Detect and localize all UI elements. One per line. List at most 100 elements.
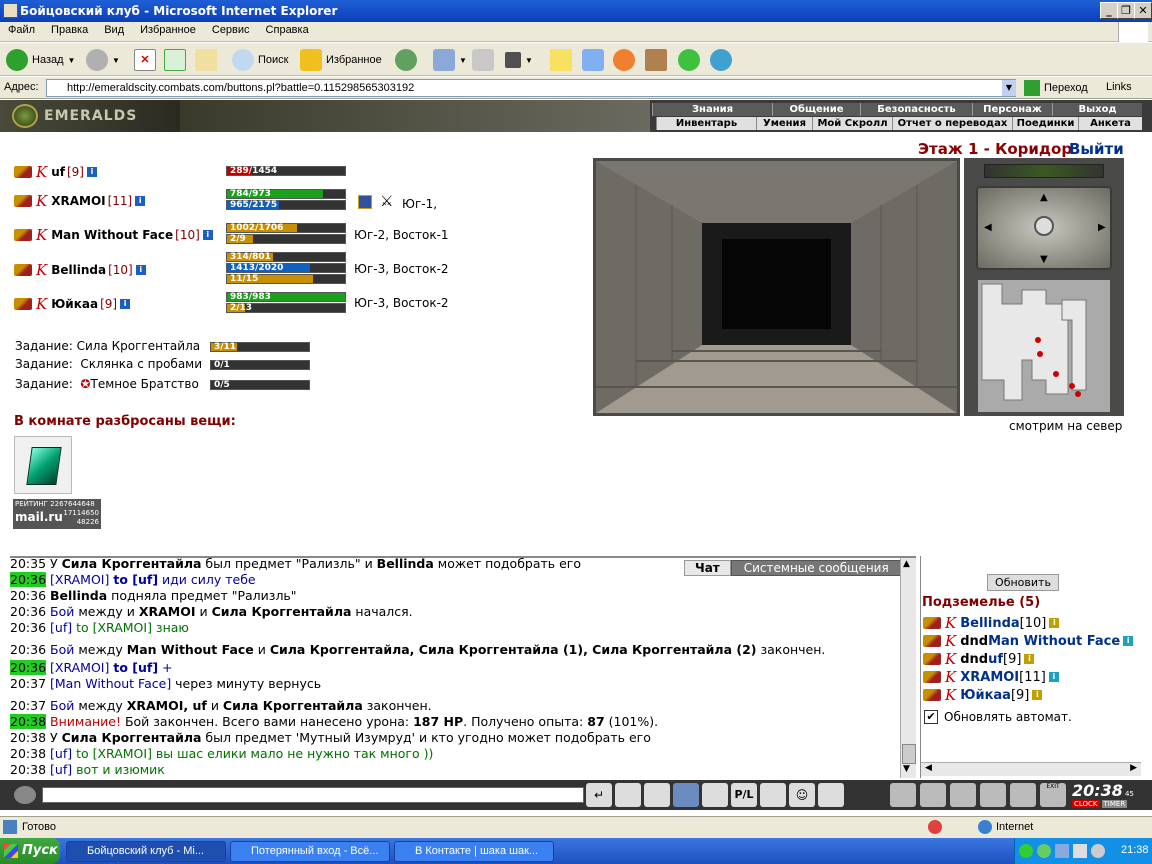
menu-favorites[interactable]: Избранное bbox=[132, 22, 204, 38]
eraser-icon[interactable] bbox=[615, 783, 641, 807]
chat-scrollbar[interactable]: ▲ ▼ bbox=[900, 558, 916, 778]
backpack-icon[interactable] bbox=[950, 783, 976, 807]
member-name[interactable]: Man Without Face bbox=[51, 228, 173, 242]
nav-security[interactable]: Безопасность bbox=[860, 103, 972, 116]
at-button[interactable] bbox=[613, 47, 635, 73]
online-user-name[interactable]: Bellinda bbox=[960, 616, 1019, 631]
tray-icon[interactable] bbox=[1055, 844, 1069, 858]
start-button[interactable]: Пуск bbox=[0, 838, 60, 864]
info-icon[interactable]: i bbox=[86, 167, 97, 177]
nav-skills[interactable]: Умения bbox=[756, 117, 812, 130]
info-icon[interactable]: i bbox=[202, 230, 213, 240]
home-button[interactable] bbox=[195, 47, 217, 73]
nav-scroll[interactable]: Мой Скролл bbox=[812, 117, 892, 130]
chat-timestamp[interactable]: 20:37 bbox=[10, 676, 46, 691]
go-button[interactable]: Переход bbox=[1024, 80, 1088, 96]
chat-text[interactable]: to [uf] bbox=[113, 572, 158, 587]
rating-counter[interactable]: РЕЙТИНГ 2267644648 mail.ru 17114650 48226 bbox=[13, 499, 101, 529]
chat-timestamp[interactable]: 20:38 bbox=[10, 730, 46, 745]
tray-icon[interactable] bbox=[1019, 844, 1033, 858]
online-user-name[interactable]: XRAMOI bbox=[960, 670, 1019, 685]
flower-button[interactable] bbox=[678, 47, 700, 73]
volume-icon[interactable] bbox=[1091, 844, 1105, 858]
chat-text[interactable]: Сила Кроггентайла bbox=[62, 730, 202, 745]
taskbar-item[interactable]: Бойцовский клуб - Mi... bbox=[66, 841, 226, 862]
nav-knowledge[interactable]: Знания bbox=[652, 103, 772, 116]
chat-log[interactable]: 20:35 У Сила Кроггентайла был предмет "Р… bbox=[10, 556, 916, 778]
discuss-button[interactable] bbox=[550, 47, 572, 73]
refresh-center-icon[interactable] bbox=[1034, 216, 1054, 236]
chat-text[interactable]: to [uf] bbox=[113, 660, 158, 675]
private-icon[interactable]: P/L bbox=[731, 783, 757, 807]
emerald-item-icon[interactable] bbox=[26, 447, 62, 485]
chat-timestamp[interactable]: 20:38 bbox=[10, 762, 46, 776]
nav-exit[interactable]: Выход bbox=[1052, 103, 1142, 116]
address-input[interactable]: http://emeraldscity.combats.com/buttons.… bbox=[46, 79, 1016, 97]
chat-timestamp[interactable]: 20:37 bbox=[10, 698, 46, 713]
item-slot[interactable] bbox=[14, 436, 72, 494]
taskbar-item[interactable]: Потерянный вход - Всё... bbox=[230, 841, 390, 862]
auto-refresh-checkbox[interactable]: ✔ bbox=[924, 710, 938, 724]
online-user-name[interactable]: Man Without Face bbox=[988, 634, 1120, 649]
messenger-button[interactable] bbox=[582, 47, 604, 73]
compass-control[interactable]: ▲ ▼ ◀ ▶ bbox=[976, 186, 1112, 270]
info-icon[interactable]: i bbox=[1032, 690, 1043, 700]
chat-text[interactable]: XRAMOI, uf bbox=[127, 698, 207, 713]
member-name[interactable]: Bellinda bbox=[51, 263, 106, 277]
chat-timestamp[interactable]: 20:36 bbox=[10, 588, 46, 603]
chat-text[interactable]: 87 bbox=[587, 714, 604, 729]
chat-timestamp[interactable]: 20:38 bbox=[10, 714, 47, 729]
chat-timestamp[interactable]: 20:35 bbox=[10, 556, 46, 571]
tab-system-messages[interactable]: Системные сообщения bbox=[730, 560, 902, 576]
favorites-button[interactable]: Избранное bbox=[300, 47, 382, 73]
smiley-icon[interactable]: ☺ bbox=[789, 783, 815, 807]
nav-profile[interactable]: Анкета bbox=[1078, 117, 1142, 130]
chat-text[interactable]: XRAMOI bbox=[139, 604, 196, 619]
menu-file[interactable]: Файл bbox=[0, 22, 43, 38]
chat-text[interactable]: Bellinda bbox=[50, 588, 107, 603]
chat-timestamp[interactable]: 20:36 bbox=[10, 604, 46, 619]
chat-timestamp[interactable]: 20:36 bbox=[10, 572, 47, 587]
member-name[interactable]: uf bbox=[51, 165, 65, 179]
research-button[interactable] bbox=[645, 47, 667, 73]
chat-text[interactable]: Сила Кроггентайла bbox=[62, 556, 202, 571]
menu-help[interactable]: Справка bbox=[258, 22, 317, 38]
turn-right-icon[interactable]: ▶ bbox=[1098, 222, 1106, 233]
nav-character[interactable]: Персонаж bbox=[972, 103, 1052, 116]
scroll-thumb[interactable] bbox=[902, 744, 916, 764]
scroll-up-icon[interactable]: ▲ bbox=[903, 559, 910, 569]
person-icon[interactable] bbox=[702, 783, 728, 807]
refresh-button[interactable] bbox=[164, 47, 186, 73]
info-icon[interactable]: i bbox=[1049, 618, 1060, 628]
chat-text[interactable]: Сила Кроггентайла, Сила Кроггентайла (1)… bbox=[270, 642, 757, 657]
turn-left-icon[interactable]: ◀ bbox=[984, 222, 992, 233]
chat-timestamp[interactable]: 20:36 bbox=[10, 660, 47, 675]
member-name[interactable]: XRAMOI bbox=[51, 194, 105, 208]
info-icon[interactable]: i bbox=[1123, 636, 1134, 646]
exit-link[interactable]: Выйти bbox=[1069, 140, 1124, 158]
send-icon[interactable]: ↵ bbox=[586, 783, 612, 807]
scroll-down-icon[interactable]: ▼ bbox=[903, 764, 910, 774]
settings-icon[interactable] bbox=[818, 783, 844, 807]
arrow-down-icon[interactable]: ▼ bbox=[1040, 254, 1048, 265]
menu-tools[interactable]: Сервис bbox=[204, 22, 258, 38]
online-user-name[interactable]: uf bbox=[988, 652, 1003, 667]
taskbar-item[interactable]: В Контакте | шака шак... bbox=[394, 841, 554, 862]
chat-input[interactable] bbox=[42, 787, 584, 803]
nav-inventory[interactable]: Инвентарь bbox=[656, 117, 756, 130]
online-hscrollbar[interactable]: ◀ ▶ bbox=[921, 762, 1141, 776]
tab-chat[interactable]: Чат bbox=[684, 560, 731, 576]
nav-social[interactable]: Общение bbox=[772, 103, 860, 116]
tray-icon[interactable] bbox=[1073, 844, 1087, 858]
forward-button[interactable]: ▼ bbox=[86, 47, 120, 73]
chat-text[interactable]: 187 HP bbox=[413, 714, 463, 729]
close-button[interactable]: ✕ bbox=[1134, 2, 1152, 19]
print-button[interactable] bbox=[472, 47, 494, 73]
speaker-icon[interactable] bbox=[14, 786, 36, 804]
minimize-button[interactable]: _ bbox=[1100, 2, 1118, 19]
tray-icon[interactable] bbox=[1037, 844, 1051, 858]
dungeon-minimap[interactable] bbox=[978, 280, 1110, 412]
online-user-name[interactable]: Юйкаа bbox=[960, 688, 1011, 703]
house-icon[interactable] bbox=[980, 783, 1006, 807]
refresh-button[interactable]: Обновить bbox=[987, 574, 1059, 591]
